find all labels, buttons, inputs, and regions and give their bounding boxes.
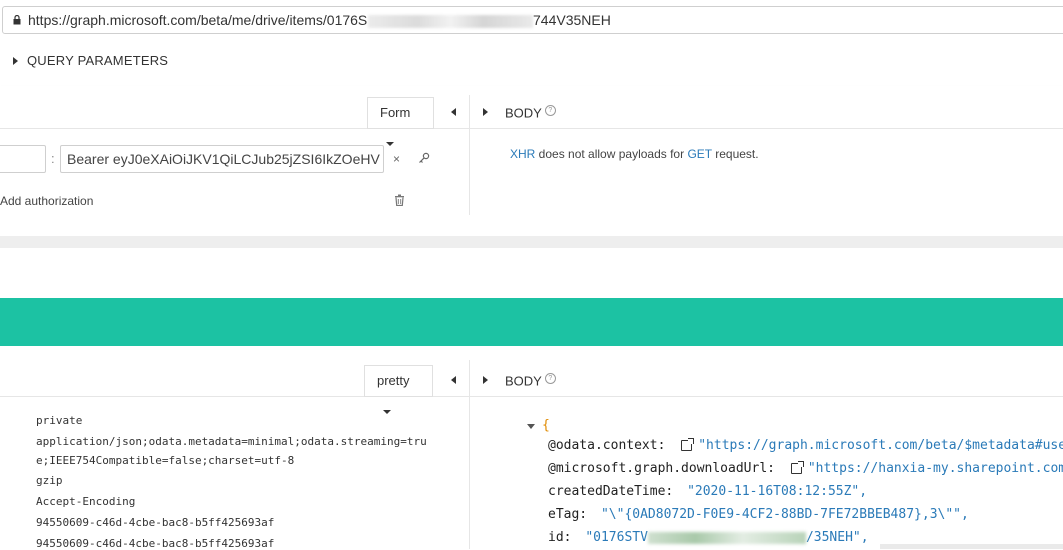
json-string-value: "0176STV xyxy=(585,530,648,545)
divider xyxy=(469,128,1063,129)
help-icon[interactable]: ? xyxy=(544,373,556,384)
response-body-label: BODY? xyxy=(505,373,556,388)
trash-icon[interactable] xyxy=(394,194,405,206)
json-key: id: xyxy=(548,530,572,545)
body-label-text: BODY xyxy=(505,105,542,121)
expand-right-icon[interactable] xyxy=(483,376,488,384)
json-link-value[interactable]: "https://graph.microsoft.com/beta/$metad… xyxy=(698,438,1063,453)
external-link-icon[interactable] xyxy=(681,438,695,451)
panel-splitter[interactable] xyxy=(469,360,470,549)
note-text: does not allow payloads for xyxy=(535,147,688,161)
key-icon[interactable] xyxy=(418,152,430,164)
json-line: id: "0176STV/35NEH", xyxy=(548,530,869,545)
lock-icon xyxy=(13,15,21,25)
caret-down-icon xyxy=(383,409,391,414)
header-value: Accept-Encoding xyxy=(36,495,136,508)
url-bar[interactable]: https://graph.microsoft.com/beta/me/driv… xyxy=(2,6,1063,34)
header-value: e;IEEE754Compatible=false;charset=utf-8 xyxy=(36,454,295,467)
json-line: createdDateTime: "2020-11-16T08:12:55Z", xyxy=(548,484,867,499)
xhr-term: XHR xyxy=(510,147,536,161)
json-string-value: "\"{0AD8072D-F0E9-4CF2-88BD-7FE72BBEB487… xyxy=(600,507,969,522)
json-key: eTag: xyxy=(548,507,588,522)
url-text-tail: 744V35NEH xyxy=(533,12,611,28)
json-key: createdDateTime: xyxy=(548,484,674,499)
header-name-input[interactable] xyxy=(0,145,46,173)
json-line: @odata.context: "https://graph.microsoft… xyxy=(548,438,1063,453)
clear-header-button[interactable]: × xyxy=(393,152,400,166)
header-value: 94550609-c46d-4cbe-bac8-b5ff425693af xyxy=(36,516,275,529)
header-value-input[interactable]: Bearer eyJ0eXAiOiJKV1QiLCJub25jZSI6IkZOe… xyxy=(60,145,384,173)
help-icon[interactable]: ? xyxy=(544,105,556,116)
json-key: @microsoft.graph.downloadUrl: xyxy=(548,461,775,476)
add-authorization-link[interactable]: Add authorization xyxy=(0,194,93,208)
header-value: application/json;odata.metadata=minimal;… xyxy=(36,435,427,448)
panel-splitter[interactable] xyxy=(469,95,470,215)
response-status-bar xyxy=(0,298,1063,346)
horizontal-scrollbar[interactable] xyxy=(880,544,1063,549)
expand-right-icon[interactable] xyxy=(483,108,488,116)
note-text-end: request. xyxy=(711,147,759,161)
redacted-id-segment xyxy=(647,531,806,544)
collapse-left-icon[interactable] xyxy=(451,376,456,384)
json-line: @microsoft.graph.downloadUrl: "https://h… xyxy=(548,461,1063,476)
divider xyxy=(469,396,1063,397)
json-key: @odata.context: xyxy=(548,438,666,453)
collapse-json-toggle-icon[interactable] xyxy=(527,424,535,429)
header-value: private xyxy=(36,414,83,427)
json-string-value: "2020-11-16T08:12:55Z", xyxy=(687,484,868,499)
redacted-url-segment xyxy=(368,15,533,28)
query-parameters-toggle[interactable]: QUERY PARAMETERS xyxy=(27,53,168,68)
url-text: https://graph.microsoft.com/beta/me/driv… xyxy=(28,12,368,28)
request-body-label: BODY? xyxy=(505,105,556,120)
json-string-value-tail: /35NEH", xyxy=(805,530,869,545)
section-gap xyxy=(0,236,1063,248)
header-separator: : xyxy=(51,151,55,166)
json-line: eTag: "\"{0AD8072D-F0E9-4CF2-88BD-7FE72B… xyxy=(548,507,969,522)
request-body-note: XHR does not allow payloads for GET requ… xyxy=(510,147,759,161)
response-format-dropdown[interactable]: pretty xyxy=(364,365,433,414)
caret-down-icon xyxy=(386,141,394,146)
body-label-text: BODY xyxy=(505,373,542,389)
json-open-brace: { xyxy=(542,418,550,433)
expand-arrow-icon[interactable] xyxy=(13,57,18,65)
collapse-left-icon[interactable] xyxy=(451,108,456,116)
headers-mode-label: Form xyxy=(380,105,411,120)
external-link-icon[interactable] xyxy=(790,461,804,474)
headers-mode-dropdown[interactable]: Form xyxy=(367,97,434,146)
json-link-value[interactable]: "https://hanxia-my.sharepoint.com/ xyxy=(808,461,1063,476)
response-format-label: pretty xyxy=(377,373,410,388)
header-value: gzip xyxy=(36,474,63,487)
get-term: GET xyxy=(687,147,712,161)
header-value: 94550609-c46d-4cbe-bac8-b5ff425693af xyxy=(36,537,275,550)
